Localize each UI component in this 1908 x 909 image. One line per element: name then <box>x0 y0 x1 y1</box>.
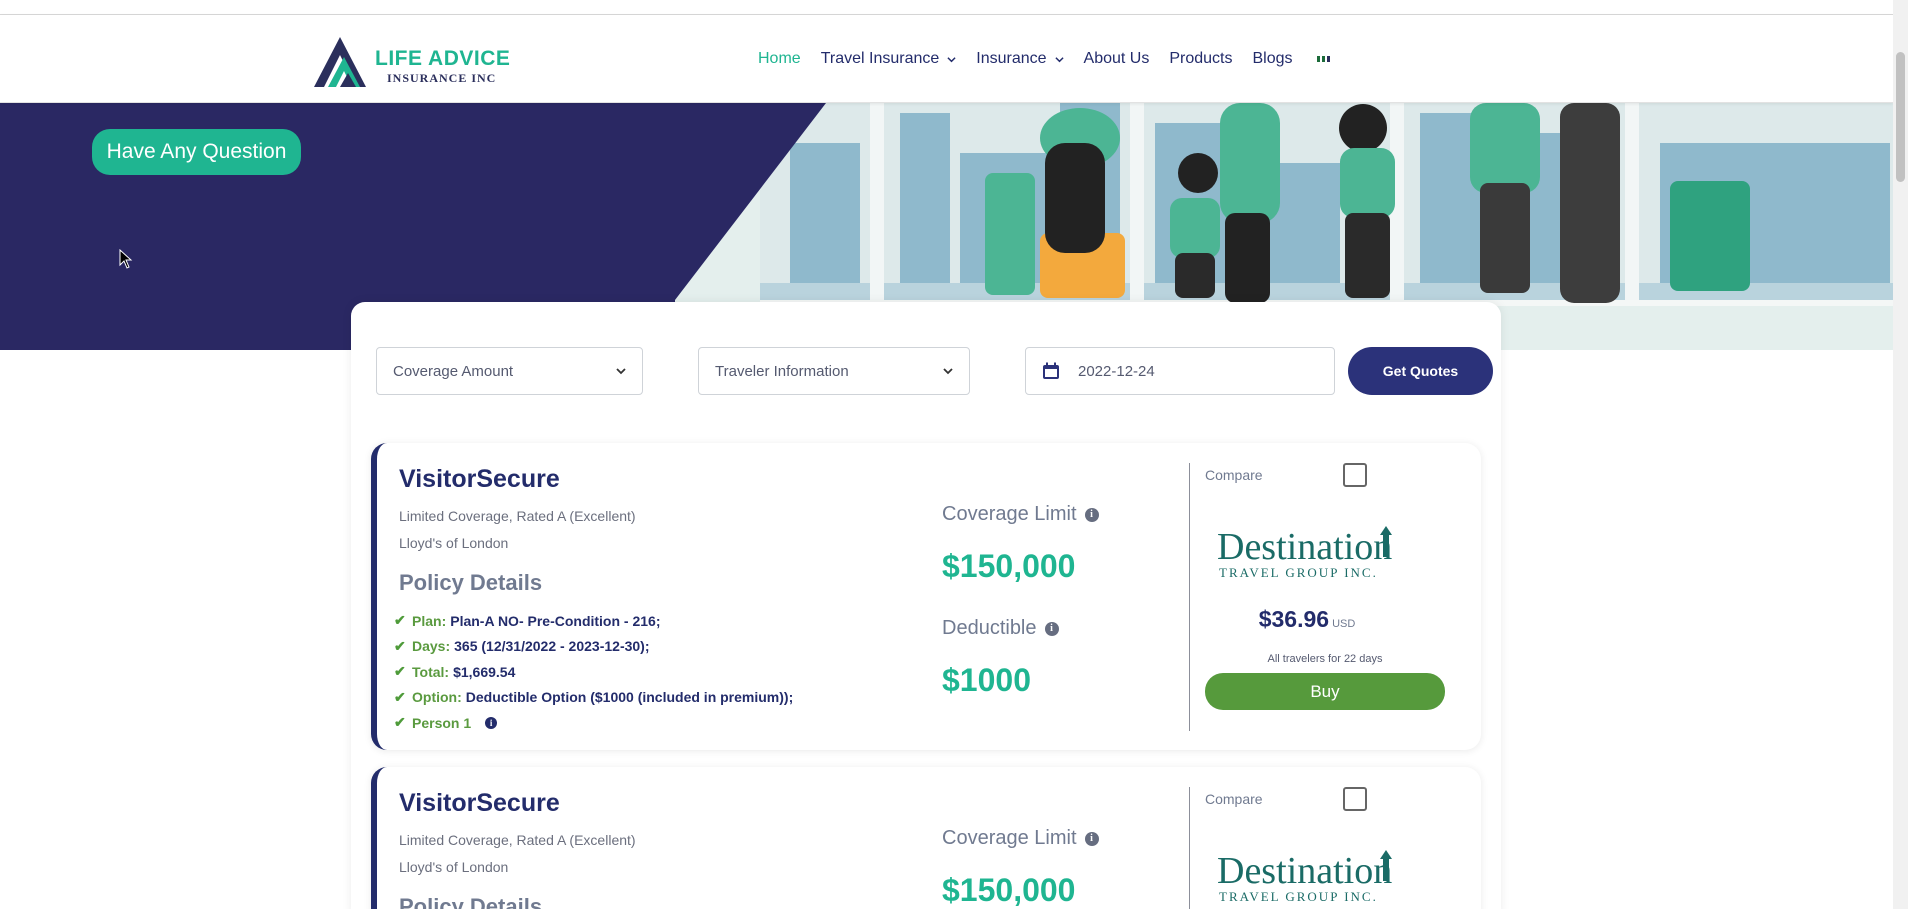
logo-text-primary: LIFE ADVICE <box>375 47 511 70</box>
underwriter: Lloyd's of London <box>399 535 509 551</box>
calendar-icon <box>1043 362 1059 379</box>
traveler-information-value: Traveler Information <box>715 362 849 380</box>
provider-logo: Destination TRAVEL GROUP INC. <box>1217 850 1392 904</box>
browser-top-line <box>0 0 1893 15</box>
detail-key: Person 1 <box>412 714 472 731</box>
nav-label: Travel Insurance <box>820 50 940 67</box>
detail-plan: ✔ Plan: Plan-A NO- Pre-Condition - 216; <box>394 608 793 634</box>
check-icon: ✔ <box>394 688 406 705</box>
policy-details-title: Policy Details <box>399 894 543 909</box>
detail-value: $1,669.54 <box>453 663 516 680</box>
provider-logo-name: Destination <box>1217 526 1392 568</box>
info-icon[interactable]: i <box>485 716 498 729</box>
detail-key: Option: <box>412 689 462 706</box>
site-header: LIFE ADVICE INSURANCE INC Home Travel In… <box>0 15 1893 103</box>
compare-checkbox[interactable] <box>1343 463 1367 487</box>
logo-text-secondary: INSURANCE INC <box>387 71 497 85</box>
detail-key: Days: <box>412 638 451 655</box>
buy-button[interactable]: Buy <box>1205 673 1445 710</box>
coverage-limit-value: $150,000 <box>942 548 1076 584</box>
info-icon[interactable]: i <box>1084 831 1099 846</box>
mouse-cursor-icon <box>119 249 133 269</box>
main-nav: Home Travel Insurance Insurance About Us… <box>758 50 1333 68</box>
card-divider <box>1189 463 1190 731</box>
nav-item-blogs[interactable]: Blogs <box>1252 50 1292 68</box>
traveler-information-select[interactable]: Traveler Information <box>698 347 970 395</box>
quote-card: VisitorSecure Limited Coverage, Rated A … <box>371 767 1481 909</box>
check-icon: ✔ <box>394 637 406 654</box>
start-date-value: 2022-12-24 <box>1078 362 1155 380</box>
coverage-type: Limited Coverage, Rated A (Excellent) <box>399 832 636 848</box>
deductible-label: Deductible i <box>942 617 1059 640</box>
info-icon[interactable]: i <box>1044 621 1059 636</box>
logo-mark-icon <box>314 37 366 87</box>
compare-checkbox[interactable] <box>1343 787 1367 811</box>
info-icon[interactable]: i <box>1084 507 1099 522</box>
quote-card: VisitorSecure Limited Coverage, Rated A … <box>371 443 1481 750</box>
coverage-limit-label: Coverage Limit i <box>942 503 1099 526</box>
detail-option: ✔ Option: Deductible Option ($1000 (includ… <box>394 685 793 711</box>
nav-label: Insurance <box>976 50 1047 67</box>
nav-item-about-us[interactable]: About Us <box>1084 50 1150 68</box>
chevron-down-icon <box>1054 56 1064 62</box>
provider-logo-name: Destination <box>1217 850 1392 892</box>
coverage-limit-text: Coverage Limit <box>942 503 1077 525</box>
provider-logo: Destination TRAVEL GROUP INC. <box>1217 526 1392 580</box>
compare-label: Compare <box>1205 791 1263 807</box>
coverage-type: Limited Coverage, Rated A (Excellent) <box>399 508 636 524</box>
nav-label: Home <box>758 50 801 67</box>
coverage-amount-select[interactable]: Coverage Amount <box>376 347 643 395</box>
nav-label: Products <box>1169 50 1233 67</box>
nav-item-products[interactable]: Products <box>1169 50 1232 68</box>
underwriter: Lloyd's of London <box>399 859 509 875</box>
policy-details-list: ✔ Plan: Plan-A NO- Pre-Condition - 216; ✔ D… <box>394 608 793 736</box>
chevron-down-icon <box>616 368 626 375</box>
deductible-value: $1000 <box>942 662 1031 698</box>
nav-label: Blogs <box>1252 50 1293 67</box>
start-date-field[interactable]: 2022-12-24 <box>1025 347 1335 395</box>
detail-value: Plan-A NO- Pre-Condition - 216; <box>450 612 661 629</box>
coverage-limit-label: Coverage Limit i <box>942 827 1099 850</box>
price: $36.96 USD <box>1217 606 1397 633</box>
nav-item-insurance[interactable]: Insurance <box>976 50 1064 68</box>
compare-label: Compare <box>1205 467 1263 483</box>
chevron-down-icon <box>947 56 956 62</box>
plan-name: VisitorSecure <box>399 789 560 817</box>
policy-details-title: Policy Details <box>399 570 543 595</box>
provider-logo-tagline: TRAVEL GROUP INC. <box>1219 889 1378 904</box>
nav-label: About Us <box>1083 50 1150 67</box>
check-icon: ✔ <box>394 612 406 629</box>
detail-total: ✔ Total: $1,669.54 <box>394 659 793 685</box>
nav-item-travel-insurance[interactable]: Travel Insurance <box>821 50 957 68</box>
card-divider <box>1189 787 1190 909</box>
travelers-note: All travelers for 22 days <box>1267 653 1383 665</box>
chevron-down-icon <box>943 368 953 375</box>
coverage-amount-value: Coverage Amount <box>393 362 514 380</box>
plan-name: VisitorSecure <box>399 465 560 493</box>
provider-logo-tagline: TRAVEL GROUP INC. <box>1219 565 1378 580</box>
coverage-limit-text: Coverage Limit <box>942 827 1077 849</box>
deductible-text: Deductible <box>942 617 1037 639</box>
detail-key: Plan: <box>412 612 447 629</box>
flag-icon[interactable] <box>1314 54 1333 64</box>
detail-value: Deductible Option ($1000 (included in pr… <box>465 689 794 706</box>
detail-key: Total: <box>412 663 450 680</box>
check-icon: ✔ <box>394 663 406 680</box>
get-quotes-button[interactable]: Get Quotes <box>1348 347 1493 395</box>
detail-person[interactable]: ✔ Person 1 i <box>394 710 793 736</box>
have-question-button[interactable]: Have Any Question <box>92 129 301 175</box>
price-currency: USD <box>1332 618 1356 630</box>
coverage-limit-value: $150,000 <box>942 872 1076 908</box>
check-icon: ✔ <box>394 714 406 731</box>
detail-days: ✔ Days: 365 (12/31/2022 - 2023-12-30); <box>394 634 793 660</box>
price-amount: $36.96 <box>1258 606 1330 632</box>
scrollbar-thumb[interactable] <box>1896 52 1905 182</box>
nav-item-home[interactable]: Home <box>758 50 801 68</box>
site-logo[interactable]: LIFE ADVICE INSURANCE INC <box>310 33 510 89</box>
detail-value: 365 (12/31/2022 - 2023-12-30); <box>454 638 650 655</box>
